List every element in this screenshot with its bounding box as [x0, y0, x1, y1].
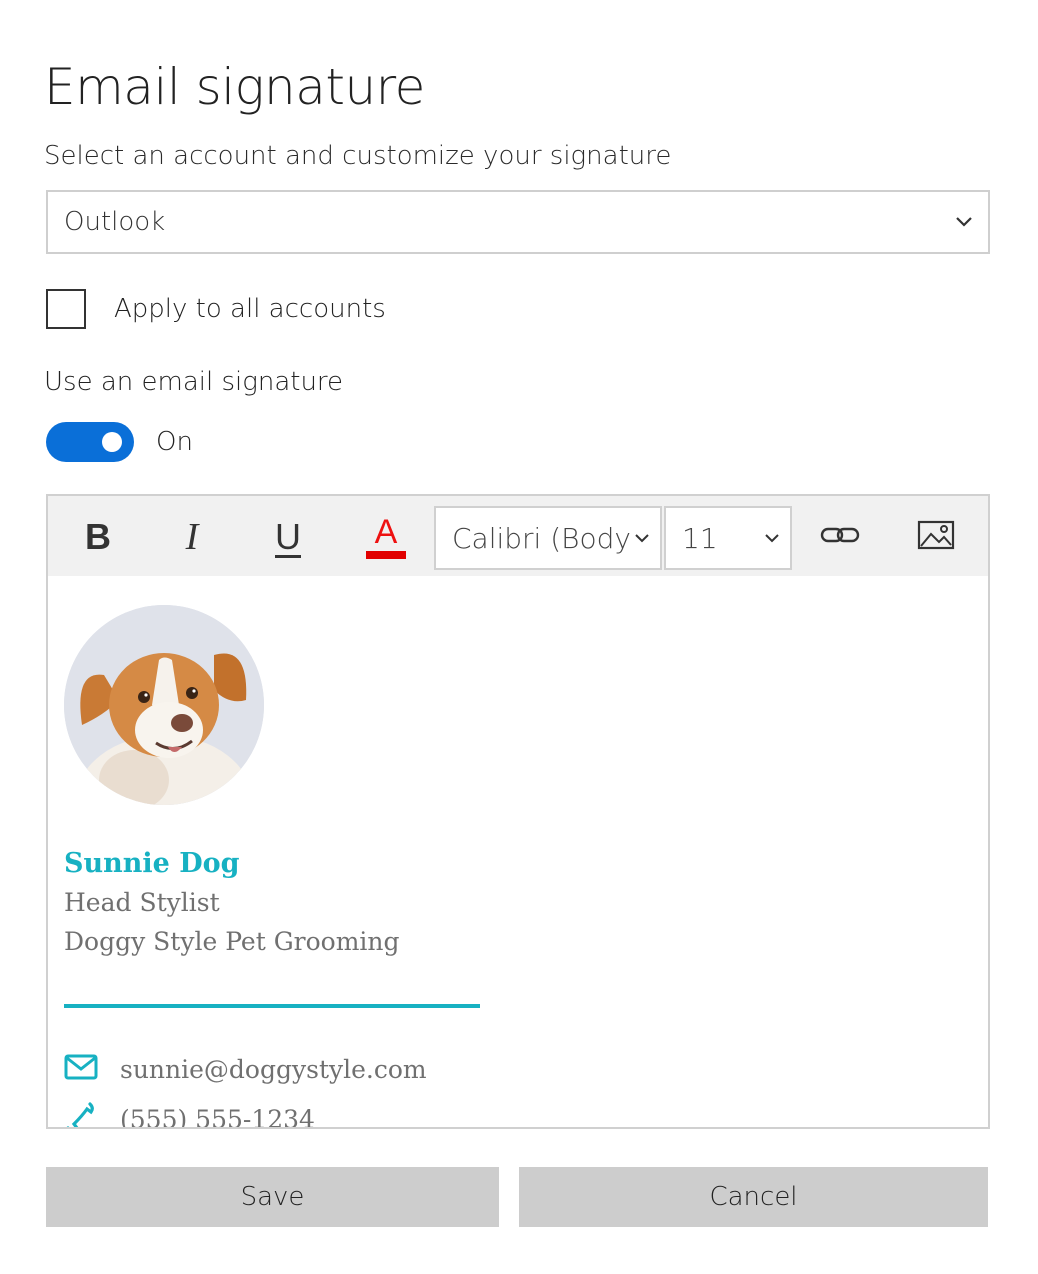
- envelope-icon: [64, 1054, 98, 1084]
- signature-job-title: Head Stylist: [64, 888, 220, 917]
- image-icon: [917, 520, 955, 554]
- save-button[interactable]: Save: [46, 1167, 499, 1227]
- font-family-value: Calibri (Body: [452, 521, 631, 555]
- phone-icon: [64, 1102, 98, 1127]
- signature-email-row: sunnie@doggystyle.com: [64, 1054, 427, 1084]
- signature-email: sunnie@doggystyle.com: [120, 1054, 427, 1084]
- use-signature-label: Use an email signature: [44, 367, 344, 397]
- insert-image-button[interactable]: [906, 506, 966, 568]
- font-color-letter: A: [374, 513, 398, 551]
- apply-all-checkbox[interactable]: [46, 289, 86, 329]
- underline-button[interactable]: U: [258, 506, 318, 568]
- toggle-state-label: On: [156, 427, 193, 457]
- signature-phone-row: (555) 555-1234: [64, 1102, 315, 1129]
- signature-toggle[interactable]: [46, 422, 134, 462]
- signature-toggle-row: On: [46, 422, 193, 462]
- font-size-select[interactable]: 11: [664, 506, 792, 570]
- avatar: [64, 605, 264, 805]
- signature-company: Doggy Style Pet Grooming: [64, 927, 400, 956]
- link-icon: [820, 522, 860, 552]
- chevron-down-icon: [762, 528, 782, 548]
- bold-button[interactable]: B: [68, 506, 128, 568]
- account-select[interactable]: Outlook: [46, 190, 990, 254]
- page-subtitle: Select an account and customize your sig…: [44, 141, 672, 171]
- apply-all-label[interactable]: Apply to all accounts: [114, 294, 386, 324]
- chevron-down-icon: [954, 212, 974, 232]
- toggle-knob: [102, 432, 122, 452]
- account-select-value: Outlook: [64, 207, 166, 237]
- font-color-swatch: [366, 551, 406, 559]
- cancel-button[interactable]: Cancel: [519, 1167, 988, 1227]
- signature-content[interactable]: Sunnie Dog Head Stylist Doggy Style Pet …: [48, 576, 988, 1129]
- formatting-toolbar: B I U A Calibri (Body 11: [48, 496, 988, 576]
- signature-editor[interactable]: B I U A Calibri (Body 11 Sunnie Dog Head…: [46, 494, 990, 1129]
- apply-all-row: Apply to all accounts: [46, 289, 386, 329]
- font-size-value: 11: [682, 521, 718, 555]
- font-family-select[interactable]: Calibri (Body: [434, 506, 662, 570]
- dog-photo: [64, 605, 264, 805]
- italic-button[interactable]: I: [162, 506, 222, 568]
- font-color-button[interactable]: A: [356, 506, 416, 568]
- chevron-down-icon: [632, 528, 652, 548]
- email-signature-dialog: Email signature Select an account and cu…: [0, 0, 1038, 1274]
- signature-name: Sunnie Dog: [64, 848, 240, 879]
- signature-divider: [64, 1004, 480, 1008]
- page-title: Email signature: [44, 58, 425, 116]
- signature-phone: (555) 555-1234: [120, 1104, 315, 1129]
- insert-link-button[interactable]: [810, 506, 870, 568]
